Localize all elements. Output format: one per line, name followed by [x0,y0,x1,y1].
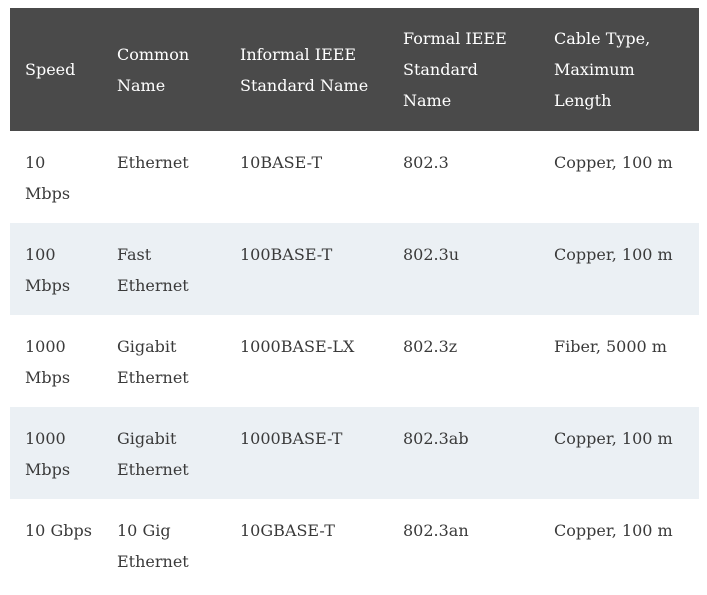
cell-speed: 1000 Mbps [25,337,71,387]
cell-formal-name: 802.3 [403,153,449,172]
cell-speed: 100 Mbps [25,245,71,295]
header-common-name: Common Name [117,44,190,95]
table-row: 10 Gbps 10 Gig Ethernet 10GBASE-T 802.3a… [10,499,699,591]
cell-speed: 10 Mbps [25,153,71,203]
table-row: 1000 Mbps Gigabit Ethernet 1000BASE-T 80… [10,407,699,499]
table-row: 1000 Mbps Gigabit Ethernet 1000BASE-LX 8… [10,315,699,407]
cell-informal-name: 1000BASE-T [240,429,343,448]
header-formal-ieee-name: Formal IEEE Standard Name [403,29,507,110]
cell-formal-name: 802.3z [403,337,458,356]
header-cable-type: Cable Type, Maximum Length [554,29,651,110]
cell-cable-type: Copper, 100 m [554,153,673,172]
header-speed: Speed [25,60,76,79]
table-row: 100 Mbps Fast Ethernet 100BASE-T 802.3u … [10,223,699,315]
ethernet-standards-table: Speed Common Name Informal IEEE Standard… [10,8,699,591]
header-row: Speed Common Name Informal IEEE Standard… [10,8,699,131]
cell-informal-name: 1000BASE-LX [240,337,355,356]
cell-cable-type: Copper, 100 m [554,245,673,264]
cell-cable-type: Fiber, 5000 m [554,337,667,356]
table-row: 10 Mbps Ethernet 10BASE-T 802.3 Copper, … [10,131,699,223]
cell-cable-type: Copper, 100 m [554,429,673,448]
cell-common-name: 10 Gig Ethernet [117,521,189,571]
cell-formal-name: 802.3an [403,521,469,540]
cell-speed: 10 Gbps [25,521,92,540]
cell-informal-name: 10BASE-T [240,153,323,172]
table-body: 10 Mbps Ethernet 10BASE-T 802.3 Copper, … [10,131,699,591]
cell-cable-type: Copper, 100 m [554,521,673,540]
cell-formal-name: 802.3ab [403,429,469,448]
header-informal-ieee-name: Informal IEEE Standard Name [240,44,369,95]
cell-informal-name: 10GBASE-T [240,521,335,540]
cell-formal-name: 802.3u [403,245,460,264]
cell-informal-name: 100BASE-T [240,245,333,264]
cell-common-name: Gigabit Ethernet [117,337,189,387]
cell-common-name: Ethernet [117,153,189,172]
cell-common-name: Gigabit Ethernet [117,429,189,479]
cell-speed: 1000 Mbps [25,429,71,479]
table-header: Speed Common Name Informal IEEE Standard… [10,8,699,131]
cell-common-name: Fast Ethernet [117,245,189,295]
